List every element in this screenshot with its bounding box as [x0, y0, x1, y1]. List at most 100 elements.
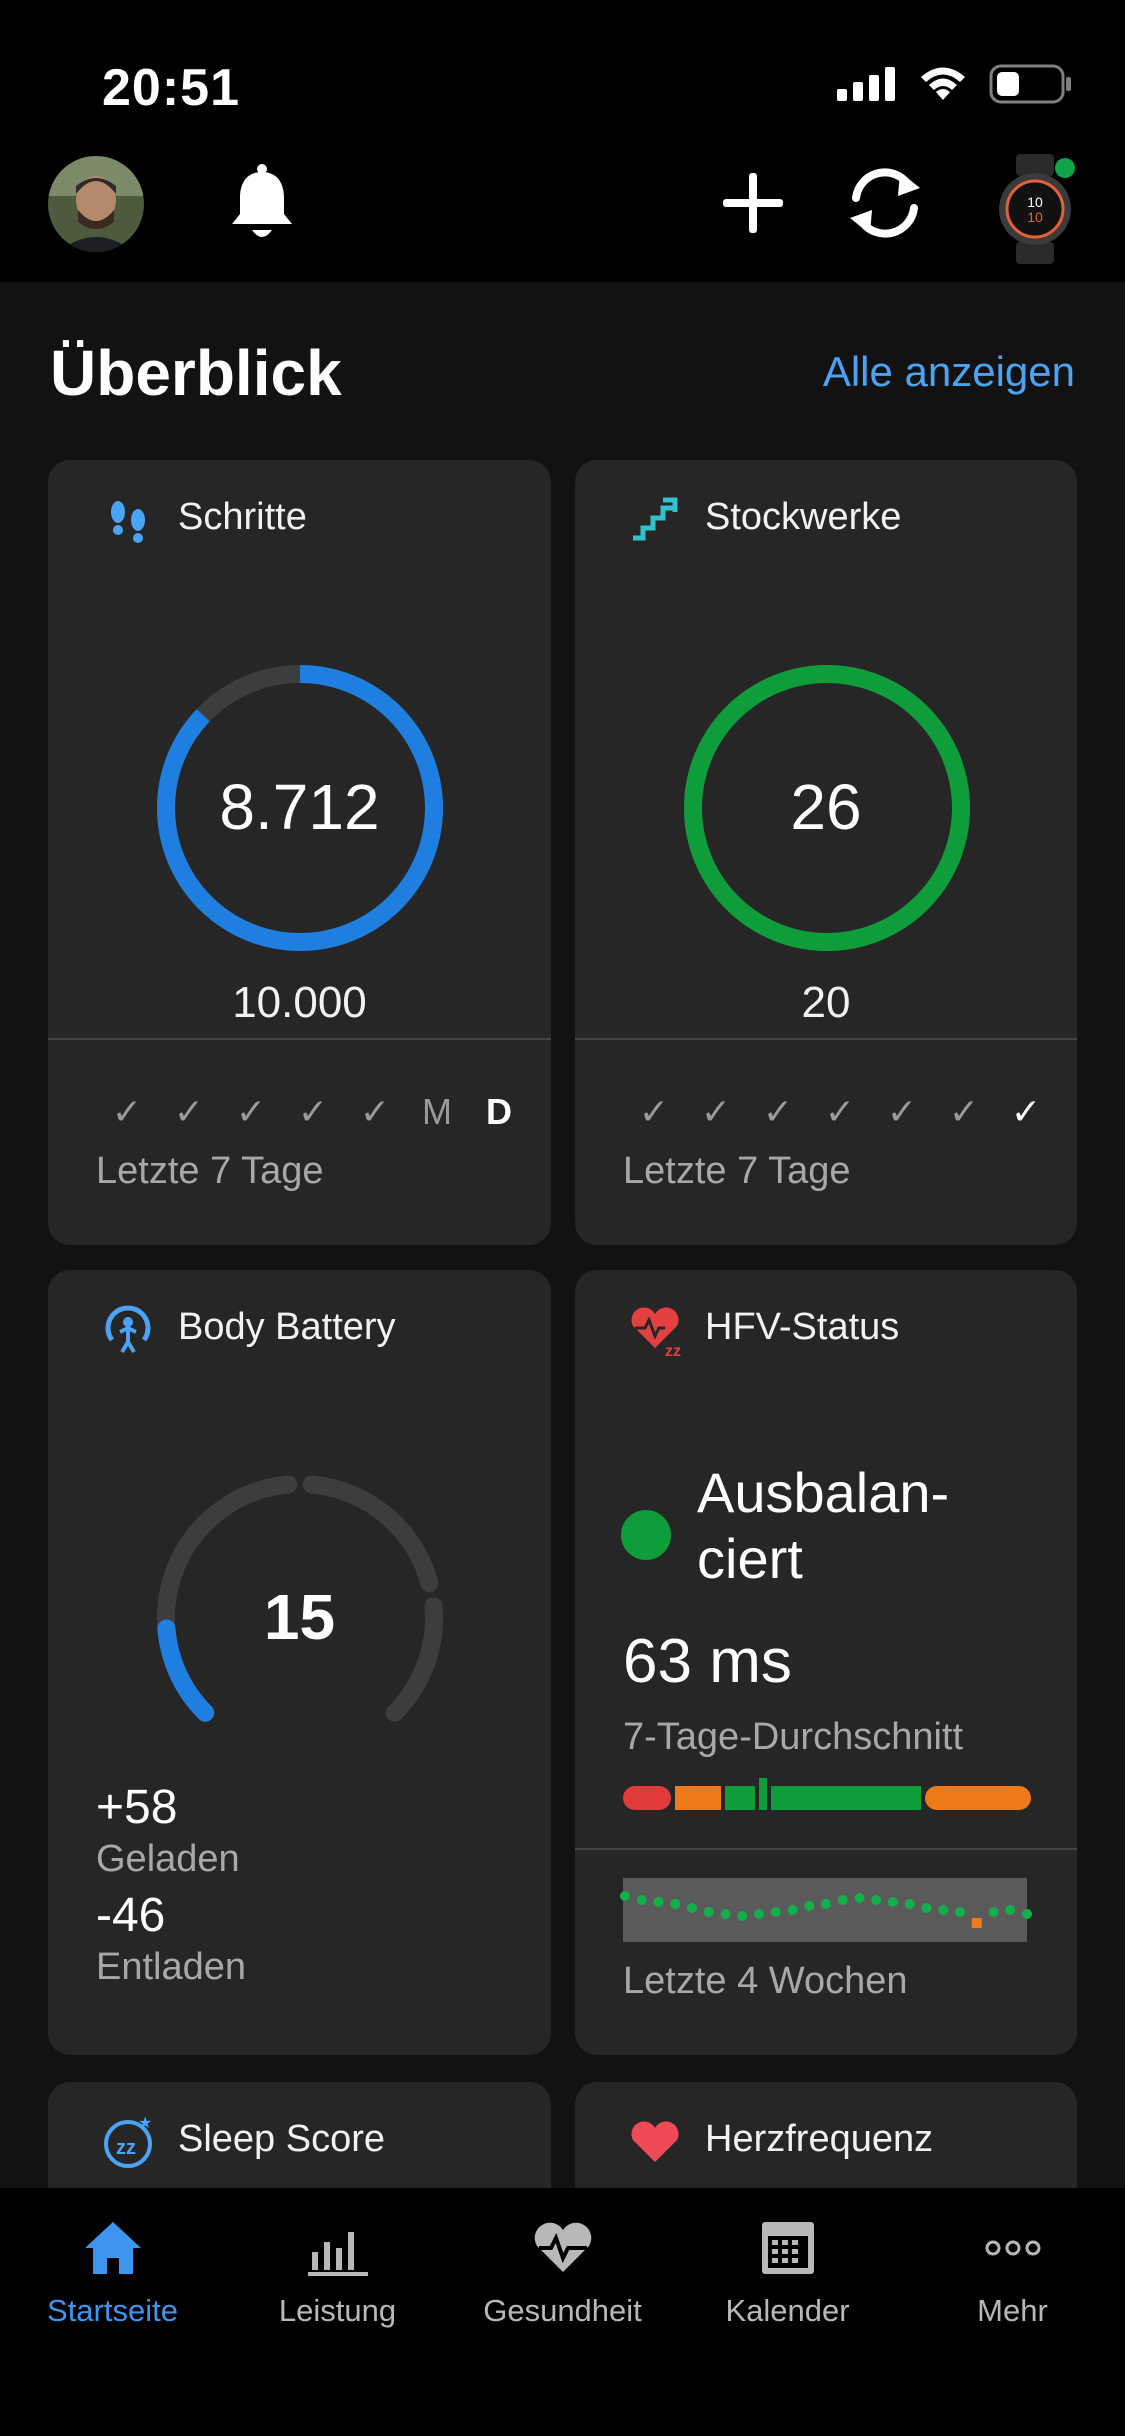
day-indicator: ✓	[762, 1091, 794, 1132]
day-indicator: ✓	[700, 1091, 732, 1132]
overview-content: Überblick Alle anzeigen Schritte 8.712 1…	[0, 282, 1125, 2188]
steps-title: Schritte	[178, 496, 307, 538]
hrv-trend-point	[904, 1899, 915, 1909]
day-indicator: ✓	[173, 1091, 205, 1132]
page-title: Überblick	[50, 337, 342, 409]
bottom-tab-bar: Startseite Leistung Gesundheit Kalender …	[0, 2188, 1125, 2436]
svg-text:zz: zz	[665, 1343, 681, 1360]
hrv-trend-point	[670, 1899, 681, 1909]
svg-text:★: ★	[138, 2115, 152, 2132]
day-indicator: M	[422, 1091, 452, 1132]
device-watch-icon[interactable]: 10 10	[990, 154, 1080, 269]
tab-label: Startseite	[47, 2293, 178, 2328]
status-bar: 20:51	[0, 0, 1125, 150]
steps-week-days: ✓ ✓ ✓ ✓ ✓ M D	[96, 1090, 530, 1134]
heart-sleep-icon: zz	[631, 1307, 681, 1360]
floors-title: Stockwerke	[705, 496, 902, 538]
status-icons	[837, 64, 1073, 104]
svg-text:10: 10	[1027, 194, 1043, 210]
hrv-trend-point	[921, 1903, 932, 1913]
battery-icon	[989, 64, 1071, 104]
hrv-subtitle: 7-Tage-Durchschnitt	[623, 1716, 964, 1758]
sleep-score-card[interactable]: zz ★ Sleep Score	[48, 2082, 551, 2188]
heart-icon	[631, 2121, 679, 2162]
hrv-trend-point	[787, 1905, 798, 1915]
drained-label: Entladen	[96, 1946, 247, 1988]
hrv-card[interactable]: zz HFV-Status Ausbalan-ciert 63 ms 7-Tag…	[575, 1270, 1077, 2055]
hrv-trend-point	[804, 1901, 815, 1911]
notifications-bell-icon[interactable]	[226, 162, 298, 246]
gauge-track-segment	[302, 1475, 439, 1593]
hrv-status: Ausbalan-ciert	[697, 1461, 950, 1590]
day-indicator: ✓	[638, 1091, 670, 1132]
stairs-icon	[633, 497, 678, 541]
tab-leistung[interactable]: Leistung	[225, 2218, 450, 2329]
day-indicator: ✓	[948, 1091, 980, 1132]
sleep-score-title: Sleep Score	[178, 2118, 386, 2160]
tab-mehr[interactable]: Mehr	[900, 2218, 1125, 2329]
charged-label: Geladen	[96, 1838, 240, 1880]
day-indicator-today: D	[486, 1091, 512, 1132]
hrv-trend-point	[653, 1897, 664, 1907]
tab-startseite[interactable]: Startseite	[0, 2218, 225, 2329]
hrv-trend-point	[955, 1907, 965, 1917]
hrv-trend-point	[821, 1899, 831, 1909]
card-divider	[575, 1038, 1077, 1040]
day-indicator-today: ✓	[1010, 1091, 1042, 1132]
steps-goal: 10.000	[232, 978, 367, 1027]
home-icon	[84, 2222, 141, 2274]
steps-footer: Letzte 7 Tage	[96, 1150, 324, 1192]
hrv-trend-point	[988, 1907, 999, 1917]
floors-card[interactable]: Stockwerke 26 20 ✓ ✓ ✓ ✓ ✓ ✓ ✓ Letzte 7 …	[575, 460, 1077, 1245]
tab-label: Gesundheit	[483, 2293, 642, 2328]
day-indicator: ✓	[297, 1091, 329, 1132]
hrv-trend-point	[687, 1903, 697, 1913]
body-battery-value: 15	[263, 1581, 336, 1653]
wifi-icon	[921, 67, 965, 100]
hrv-trend-point	[1005, 1905, 1016, 1915]
body-battery-title: Body Battery	[178, 1306, 396, 1348]
footsteps-icon	[111, 501, 145, 543]
steps-card[interactable]: Schritte 8.712 10.000 ✓ ✓ ✓ ✓ ✓ M D Letz…	[48, 460, 551, 1245]
status-time: 20:51	[102, 59, 240, 117]
heart-rate-card[interactable]: Herzfrequenz	[575, 2082, 1077, 2188]
hrv-range-bar	[623, 1778, 1031, 1810]
hrv-title: HFV-Status	[705, 1306, 900, 1348]
body-battery-card[interactable]: Body Battery 15 +58 Geladen -46 Entladen	[48, 1270, 551, 2055]
hrv-footer: Letzte 4 Wochen	[623, 1960, 908, 2002]
floors-week-days: ✓ ✓ ✓ ✓ ✓ ✓ ✓	[623, 1090, 1057, 1134]
profile-avatar[interactable]	[48, 156, 144, 252]
hrv-status-dot	[621, 1510, 671, 1560]
hrv-trend-point	[754, 1909, 764, 1919]
charged-value: +58	[96, 1781, 178, 1834]
sleep-icon: zz ★	[104, 2115, 152, 2168]
hrv-trend-point	[770, 1907, 781, 1917]
tab-kalender[interactable]: Kalender	[675, 2218, 900, 2329]
day-indicator: ✓	[359, 1091, 391, 1132]
hrv-value: 63 ms	[623, 1627, 792, 1696]
svg-text:10: 10	[1027, 209, 1043, 225]
show-all-link[interactable]: Alle anzeigen	[823, 348, 1075, 396]
more-icon	[985, 2240, 1040, 2256]
top-navigation: 10 10	[0, 150, 1125, 282]
steps-value: 8.712	[219, 771, 380, 843]
heart-pulse-icon	[534, 2222, 591, 2272]
tab-label: Mehr	[977, 2293, 1048, 2328]
day-indicator: ✓	[886, 1091, 918, 1132]
hrv-trend-point	[737, 1911, 748, 1921]
heart-rate-title: Herzfrequenz	[705, 2118, 934, 2160]
hrv-trend-point	[636, 1895, 647, 1905]
hrv-trend-chart	[620, 1878, 1032, 1942]
tab-gesundheit[interactable]: Gesundheit	[450, 2218, 675, 2329]
drained-value: -46	[96, 1889, 166, 1942]
hrv-trend-point	[620, 1891, 630, 1901]
bar-chart-icon	[307, 2232, 368, 2276]
hrv-trend-point	[1022, 1909, 1032, 1919]
day-indicator: ✓	[235, 1091, 267, 1132]
sync-icon[interactable]	[842, 164, 928, 242]
add-plus-icon[interactable]	[720, 170, 786, 236]
hrv-trend-point	[888, 1897, 898, 1907]
svg-text:zz: zz	[116, 2137, 136, 2159]
cellular-signal-icon	[837, 67, 895, 101]
day-indicator: ✓	[824, 1091, 856, 1132]
